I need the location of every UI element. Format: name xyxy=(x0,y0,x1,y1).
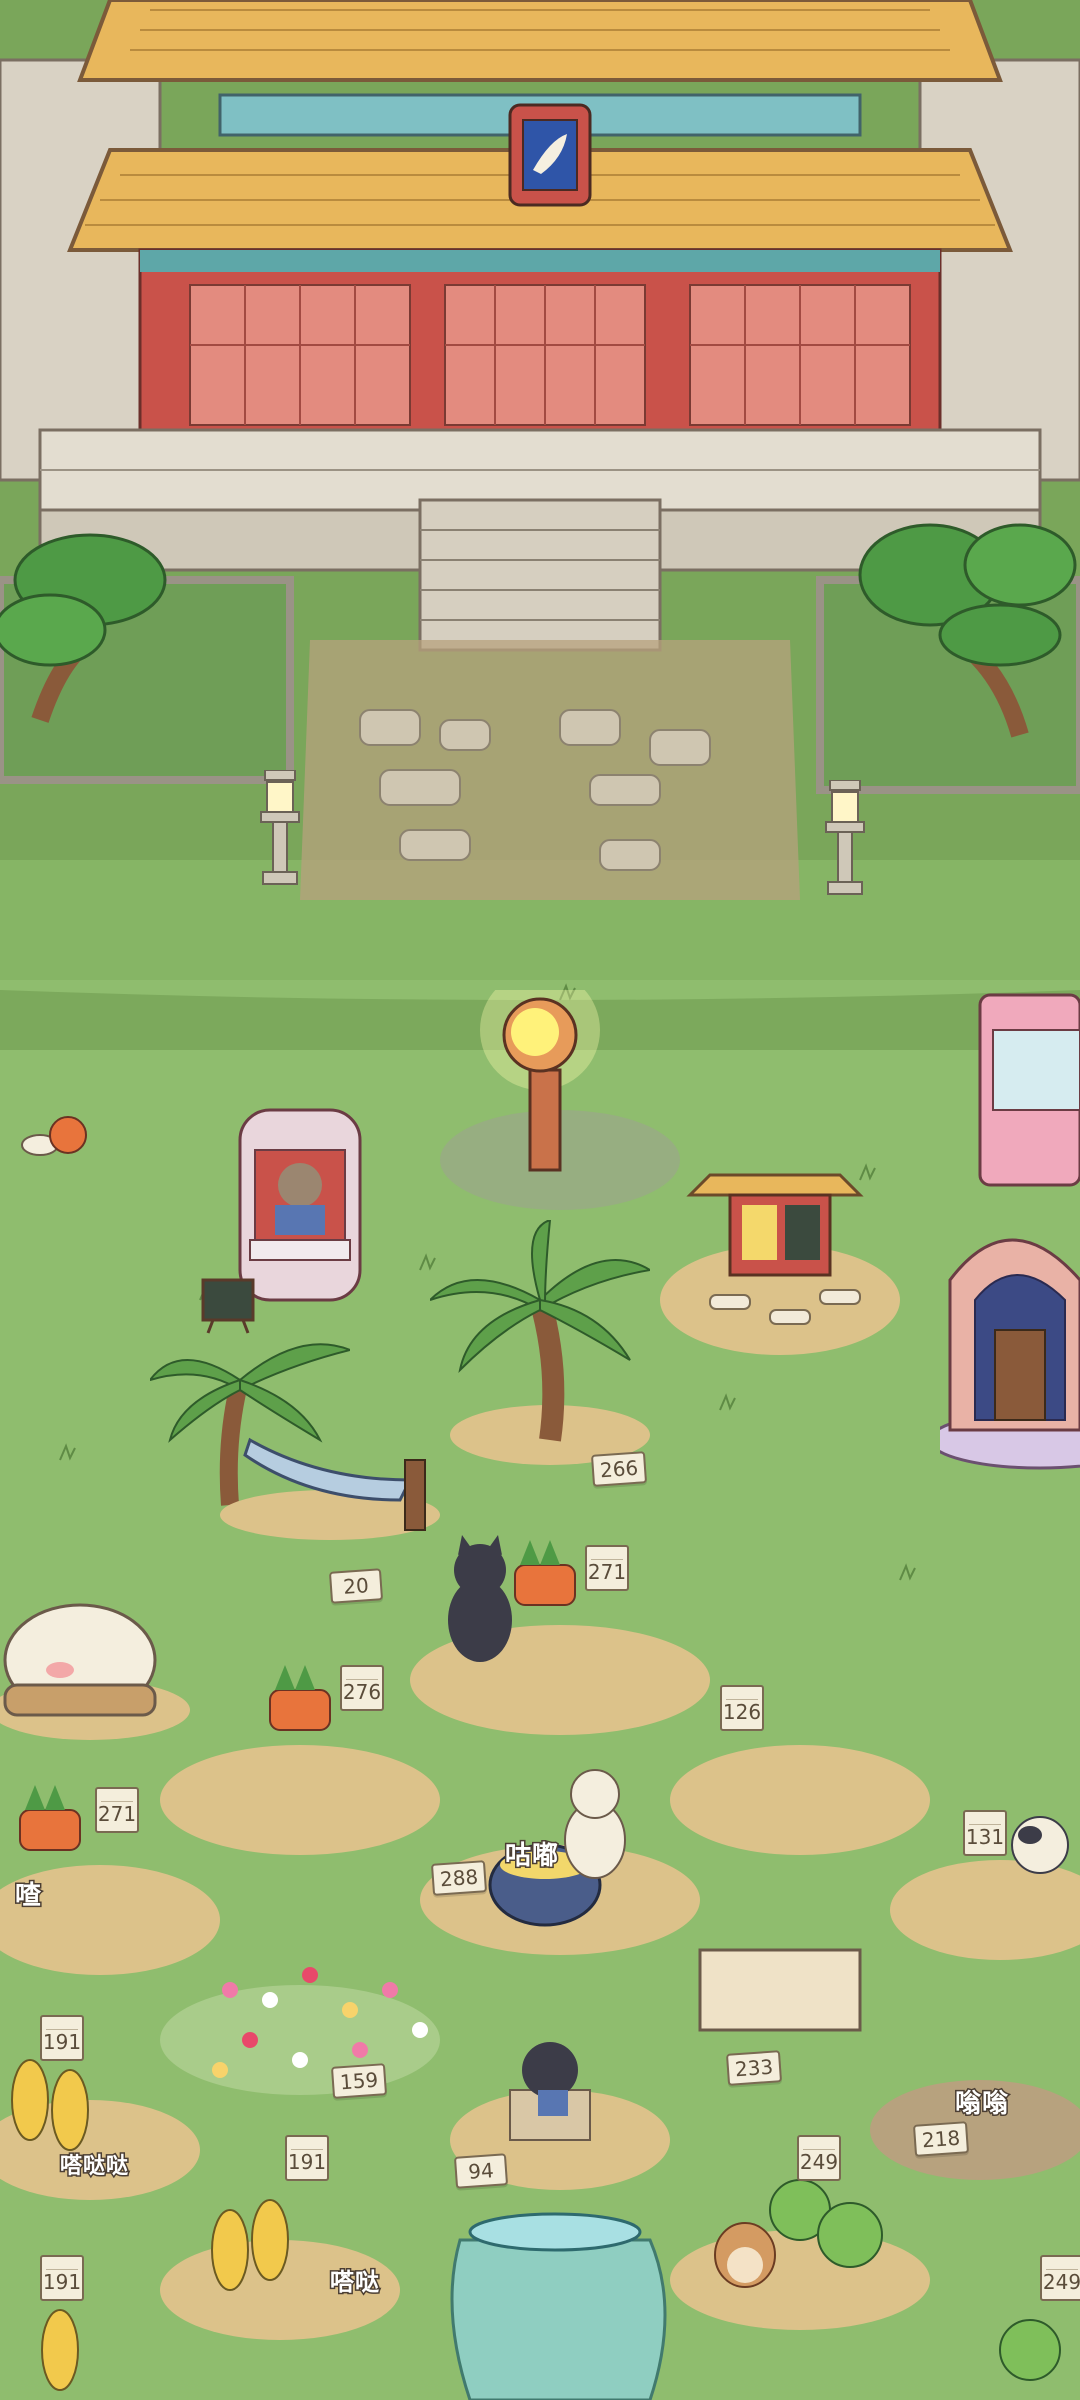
plot-sign-20[interactable]: 20 xyxy=(328,1568,384,1604)
plot-banner-271-center[interactable]: 271 xyxy=(585,1545,629,1591)
hamster[interactable] xyxy=(710,2200,780,2290)
black-cat-reading[interactable] xyxy=(500,2030,600,2150)
sfx-bottom-left: 嗒哒 xyxy=(329,2267,381,2298)
plot-banner-131[interactable]: 131 xyxy=(963,1810,1007,1856)
sfx-bottom-right: 嗡嗡 xyxy=(953,2088,1010,2121)
black-cat-painter[interactable] xyxy=(440,1535,520,1665)
plot-sign-266[interactable]: 266 xyxy=(590,1451,648,1487)
plot-sign-159[interactable]: 159 xyxy=(330,2063,388,2099)
sfx-mid-left: 嗒哒哒 xyxy=(58,2153,130,2181)
plot-banner-249-center[interactable]: 249 xyxy=(797,2135,841,2181)
cow-cat[interactable] xyxy=(1000,1810,1080,1910)
plot-sign-288[interactable]: 288 xyxy=(430,1860,488,1896)
sfx-cooking: 咕嘟 xyxy=(503,1840,560,1873)
plot-banner-249-right[interactable]: 249 xyxy=(1040,2255,1080,2301)
plot-banner-191-left[interactable]: 191 xyxy=(40,2015,84,2061)
plot-banner-191-center[interactable]: 191 xyxy=(285,2135,329,2181)
plot-banner-276[interactable]: 276 xyxy=(340,1665,384,1711)
plot-sign-218[interactable]: 218 xyxy=(912,2121,970,2157)
plot-banner-191-bottom[interactable]: 191 xyxy=(40,2255,84,2301)
plot-sign-233[interactable]: 233 xyxy=(725,2050,783,2086)
plot-banner-271-left[interactable]: 271 xyxy=(95,1787,139,1833)
sfx-tiny-left: 喳 xyxy=(13,1880,43,1913)
plot-banner-126[interactable]: 126 xyxy=(720,1685,764,1731)
plot-sign-94[interactable]: 94 xyxy=(453,2153,509,2189)
snail-friend[interactable] xyxy=(20,1110,90,1160)
white-cat-cook[interactable] xyxy=(550,1760,640,1880)
